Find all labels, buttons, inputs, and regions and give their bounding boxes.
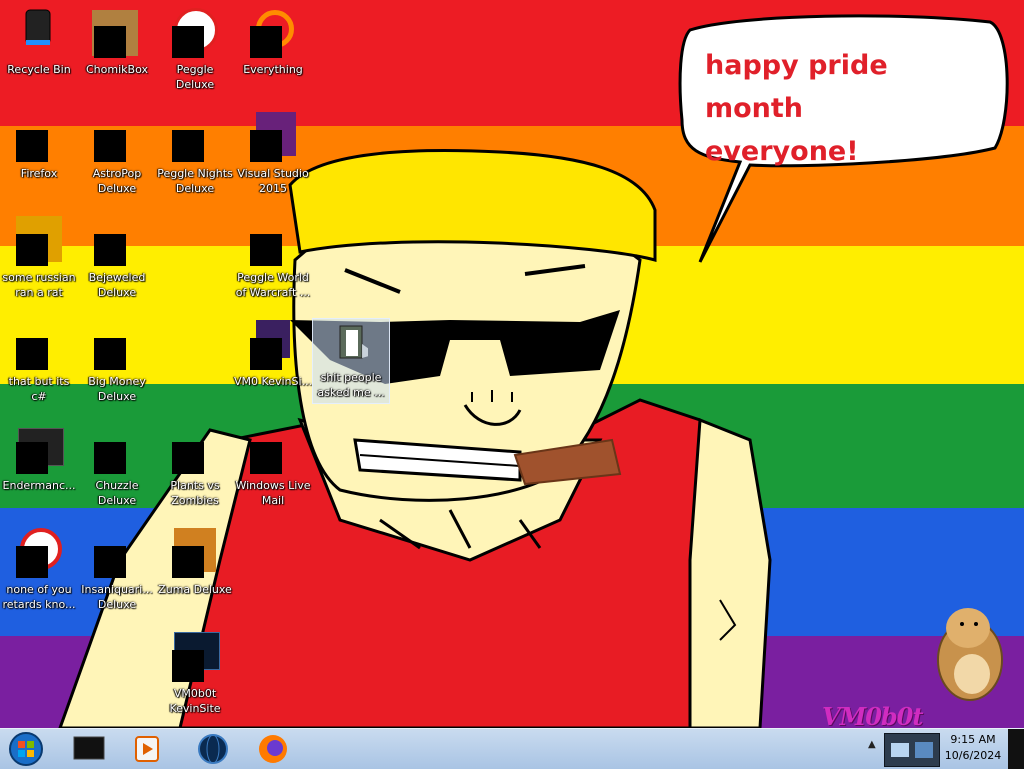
chuzzle-icon [94,442,126,474]
desktop-icon-label: Visual Studio 2015 [237,167,309,195]
desktop-icon-label: Firefox [20,167,58,180]
desktop-icon-peggle-wow[interactable]: Peggle World of Warcraft ... [234,212,312,312]
desktop-icon-chuzzle[interactable]: Chuzzle Deluxe [78,420,156,520]
tray-expand-arrow-icon[interactable]: ▲ [868,739,876,750]
desktop-icon-label: Chuzzle Deluxe [95,479,139,507]
peggle-wow-icon [250,234,282,266]
desktop-icon-label: Bejeweled Deluxe [88,271,146,299]
document-icon [16,234,48,266]
media-player-icon [135,736,159,762]
system-tray [884,733,940,767]
desktop-icon-label: Peggle World of Warcraft ... [235,271,311,299]
taskbar: ▲ 9:15 AM 10/6/2024 [0,728,1024,769]
desktop-icon-vm0b0t-kevinsite[interactable]: VM0b0t KevinSite [156,628,234,728]
desktop-icon-astropop[interactable]: AstroPop Deluxe [78,108,156,208]
desktop-icon-big-money[interactable]: Big Money Deluxe [78,316,156,416]
desktop-icon-shit-people-asked-me[interactable]: shit people asked me ... [312,316,390,416]
taskbar-media-player-button[interactable] [120,731,174,767]
desktop-icon-peggle-deluxe[interactable]: Peggle Deluxe [156,4,234,104]
cmd-icon [73,736,105,760]
desktop-icon-label: Recycle Bin [7,63,71,76]
desktop-icon-vm0-kevinsi[interactable]: VM0 KevinSi... [234,316,312,416]
desktop-icon-label: Endermanc... [2,479,76,492]
desktop-icon-visual-studio[interactable]: Visual Studio 2015 [234,108,312,208]
visual-studio-icon [250,130,282,162]
desktop-icon-label: Peggle Deluxe [175,63,215,91]
peggle-nights-icon [172,130,204,162]
taskbar-clock[interactable]: 9:15 AM 10/6/2024 [940,732,1006,764]
desktop-icon-label: some russian ran a rat [2,271,76,299]
desktop-icon-endermanc[interactable]: Endermanc... [0,420,78,520]
desktop-icon-bejeweled[interactable]: Bejeweled Deluxe [78,212,156,312]
big-money-icon [94,338,126,370]
desktop-icon-label: Big Money Deluxe [88,375,146,403]
desktop-icon-label: Zuma Deluxe [158,583,232,596]
right-arm [688,417,772,728]
astropop-icon [94,130,126,162]
desktop-icon-label: Windows Live Mail [235,479,311,507]
taskbar-firefox-button[interactable] [246,731,300,767]
mail-icon [250,442,282,474]
bejeweled-icon [94,234,126,266]
clock-time: 9:15 AM [950,733,996,746]
desktop-icon-none-of-you[interactable]: none of you retards kno... [0,524,78,624]
pvz-icon [172,442,204,474]
folder-icon [16,338,48,370]
desktop-icon-label: Everything [243,63,303,76]
desktop-icon-zuma[interactable]: Zuma Deluxe [156,524,234,624]
vm-icon [250,338,282,370]
zuma-icon [172,546,204,578]
desktop-icon-everything[interactable]: Everything [234,4,312,104]
desktop-icon-chomikbox[interactable]: ChomikBox [78,4,156,104]
desktop-icon-that-but-its-csharp[interactable]: that but its c# [0,316,78,416]
insaniquarium-icon [94,546,126,578]
blonde-hair [288,149,657,262]
desktop-icon-label: AstroPop Deluxe [92,167,142,195]
chomikbox-icon [94,26,126,58]
globe-icon [198,734,228,764]
console-icon [16,442,48,474]
clock-date: 10/6/2024 [944,749,1002,762]
desktop-icon-firefox[interactable]: Firefox [0,108,78,208]
firefox-icon [16,130,48,162]
desktop-icon-label: Plants vs Zombies [170,479,220,507]
desktop-icon-label: none of you retards kno... [2,583,76,611]
desktop-icon-label: ChomikBox [86,63,148,76]
desktop-icon-label: VM0 KevinSi... [234,375,313,388]
desktop-icon-recycle-bin[interactable]: Recycle Bin [0,4,78,104]
desktop-icon-label: Insaniquari... Deluxe [81,583,153,611]
text-file-icon [339,325,368,359]
start-orb-icon[interactable] [6,731,46,767]
peggle-icon [172,26,204,58]
desktop-icon-label: that but its c# [8,375,70,403]
desktop-icon-some-russian-ran-a-rat[interactable]: some russian ran a rat [0,212,78,312]
vm0b0t-watermark: VM0b0t [822,702,923,731]
desktop-icon-label: VM0b0t KevinSite [169,687,221,715]
desktop-icon-label: Peggle Nights Deluxe [157,167,233,195]
taskbar-cmd-button[interactable] [62,731,116,767]
firefox-icon [259,735,287,763]
tray-icons[interactable] [885,734,939,766]
recycle-bin-icon [25,9,51,45]
hamster-image [937,608,1003,701]
desktop-icon-insaniquarium[interactable]: Insaniquari... Deluxe [78,524,156,624]
taskbar-globe-button[interactable] [186,731,240,767]
desktop-icon-plants-vs-zombies[interactable]: Plants vs Zombies [156,420,234,520]
monitor-icon [172,650,204,682]
desktop-icon-peggle-nights[interactable]: Peggle Nights Deluxe [156,108,234,208]
show-desktop-button[interactable] [1008,729,1024,769]
desktop-icon-label: shit people asked me ... [317,371,385,399]
speech-bubble-text: happy pride month everyone! [705,50,888,167]
shortcut-icon [16,546,48,578]
desktop-icon-windows-live-mail[interactable]: Windows Live Mail [234,420,312,520]
everything-search-icon [250,26,282,58]
